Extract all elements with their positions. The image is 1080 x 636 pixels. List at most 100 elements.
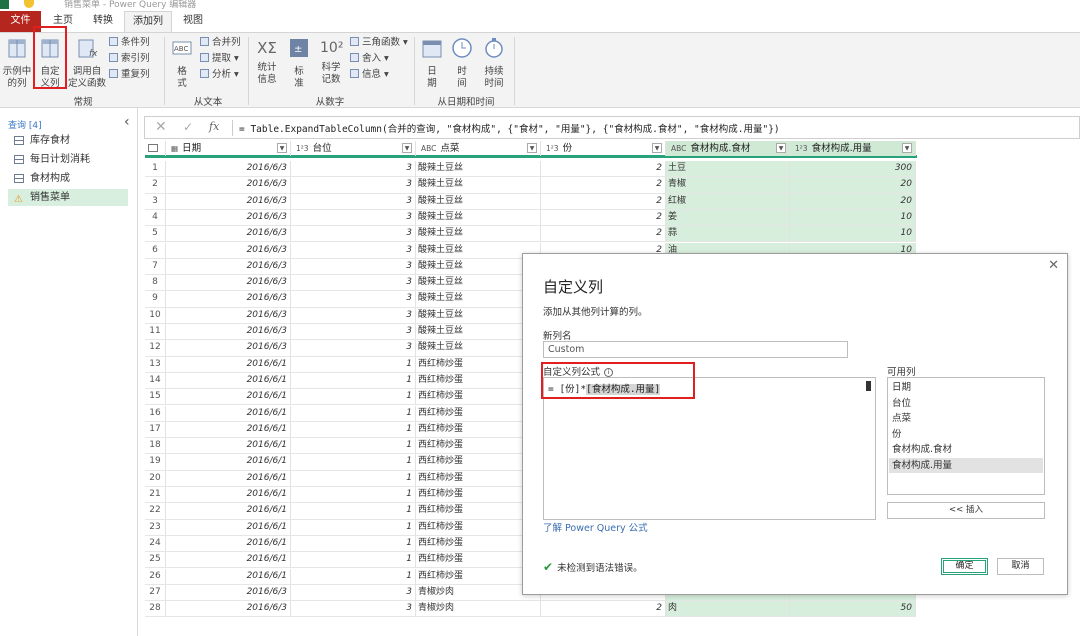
cell-table[interactable]: 3: [291, 307, 416, 324]
duration-button[interactable]: 持续 时间: [480, 37, 508, 90]
scientific-button[interactable]: 10² 科学 记数: [316, 37, 346, 86]
cell-portions[interactable]: 2: [541, 601, 666, 618]
query-item[interactable]: 每日计划消耗: [8, 151, 128, 168]
cell-ingredient[interactable]: 青椒: [666, 177, 790, 194]
duplicate-column-button[interactable]: 重复列: [109, 68, 150, 82]
format-button[interactable]: ABC 格 式: [170, 37, 194, 90]
cell-date[interactable]: 2016/6/3: [166, 209, 291, 227]
cell-table[interactable]: 1: [291, 421, 416, 439]
row-number[interactable]: 27: [145, 584, 166, 602]
cell-table[interactable]: 1: [291, 568, 416, 585]
cell-date[interactable]: 2016/6/1: [166, 438, 291, 455]
cell-table[interactable]: 3: [291, 324, 416, 341]
cell-table[interactable]: 3: [291, 242, 416, 259]
cell-table[interactable]: 1: [291, 552, 416, 569]
tab-add-column[interactable]: 添加列: [124, 11, 172, 33]
cell-amount[interactable]: 300: [790, 161, 916, 178]
row-number[interactable]: 4: [145, 209, 166, 227]
row-number[interactable]: 17: [145, 421, 166, 439]
cell-table[interactable]: 3: [291, 340, 416, 357]
row-number[interactable]: 22: [145, 503, 166, 520]
cell-date[interactable]: 2016/6/1: [166, 421, 291, 439]
cell-table[interactable]: 3: [291, 584, 416, 602]
cell-table[interactable]: 3: [291, 275, 416, 292]
merge-columns-button[interactable]: 合并列: [200, 36, 241, 50]
standard-button[interactable]: ± 标 准: [286, 37, 312, 90]
row-number[interactable]: 8: [145, 275, 166, 292]
cell-portions[interactable]: 2: [541, 193, 666, 210]
cell-table[interactable]: 1: [291, 454, 416, 471]
row-number[interactable]: 19: [145, 454, 166, 471]
cell-dish[interactable]: 酸辣土豆丝: [416, 177, 541, 194]
cell-date[interactable]: 2016/6/3: [166, 226, 291, 243]
cell-portions[interactable]: 2: [541, 161, 666, 178]
row-number[interactable]: 25: [145, 552, 166, 569]
rounding-button[interactable]: 舍入 ▾: [350, 52, 389, 66]
available-column-item[interactable]: 日期: [889, 380, 1043, 396]
cell-table[interactable]: 1: [291, 519, 416, 536]
cell-date[interactable]: 2016/6/1: [166, 389, 291, 406]
cell-date[interactable]: 2016/6/1: [166, 470, 291, 487]
cell-table[interactable]: 3: [291, 226, 416, 243]
confirm-formula-icon[interactable]: ✓: [183, 120, 193, 134]
cell-date[interactable]: 2016/6/1: [166, 487, 291, 504]
statistics-button[interactable]: XΣ 统计 信息: [252, 37, 282, 86]
row-number[interactable]: 18: [145, 438, 166, 455]
row-number[interactable]: 13: [145, 356, 166, 373]
cell-date[interactable]: 2016/6/1: [166, 568, 291, 585]
cell-date[interactable]: 2016/6/1: [166, 454, 291, 471]
filter-dropdown-icon[interactable]: ▼: [527, 143, 537, 153]
row-number[interactable]: 9: [145, 291, 166, 308]
cell-date[interactable]: 2016/6/3: [166, 193, 291, 210]
column-header[interactable]: ABC 点菜 ▼: [416, 141, 541, 156]
ok-button[interactable]: 确定: [941, 558, 988, 575]
tab-view[interactable]: 视图: [174, 11, 212, 32]
available-column-item[interactable]: 台位: [889, 396, 1043, 412]
available-column-item[interactable]: 份: [889, 427, 1043, 443]
cell-date[interactable]: 2016/6/1: [166, 356, 291, 373]
cell-table[interactable]: 1: [291, 438, 416, 455]
available-column-item[interactable]: 点菜: [889, 411, 1043, 427]
table-row[interactable]: 2 2016/6/3 3 酸辣土豆丝 2 青椒 20: [145, 177, 917, 194]
cell-dish[interactable]: 酸辣土豆丝: [416, 226, 541, 243]
cell-date[interactable]: 2016/6/3: [166, 601, 291, 618]
date-button[interactable]: 日 期: [420, 37, 444, 90]
row-number[interactable]: 10: [145, 307, 166, 324]
extract-button[interactable]: 提取 ▾: [200, 52, 239, 66]
cell-date[interactable]: 2016/6/1: [166, 535, 291, 553]
cell-amount[interactable]: 10: [790, 226, 916, 243]
cell-ingredient[interactable]: 红椒: [666, 193, 790, 210]
cell-date[interactable]: 2016/6/3: [166, 307, 291, 324]
index-column-button[interactable]: 索引列: [109, 52, 150, 66]
cell-table[interactable]: 3: [291, 258, 416, 276]
cell-table[interactable]: 3: [291, 161, 416, 178]
cell-amount[interactable]: 50: [790, 601, 916, 618]
query-item[interactable]: 食材构成: [8, 170, 128, 187]
cell-portions[interactable]: 2: [541, 177, 666, 194]
cell-date[interactable]: 2016/6/3: [166, 275, 291, 292]
table-menu-icon[interactable]: [145, 141, 166, 156]
cell-ingredient[interactable]: 肉: [666, 601, 790, 618]
cell-date[interactable]: 2016/6/3: [166, 177, 291, 194]
row-number[interactable]: 14: [145, 372, 166, 390]
cell-amount[interactable]: 10: [790, 209, 916, 227]
cancel-button[interactable]: 取消: [997, 558, 1044, 575]
fx-icon[interactable]: fx: [209, 120, 219, 133]
row-number[interactable]: 16: [145, 405, 166, 422]
row-number[interactable]: 23: [145, 519, 166, 536]
parse-button[interactable]: 分析 ▾: [200, 68, 239, 82]
column-header[interactable]: 1²3 食材构成.用量 ▼: [790, 141, 916, 156]
available-column-item-selected[interactable]: 食材构成.用量: [889, 457, 1043, 473]
cell-table[interactable]: 3: [291, 193, 416, 210]
row-number[interactable]: 21: [145, 487, 166, 504]
information-button[interactable]: 信息 ▾: [350, 68, 389, 82]
column-header[interactable]: 1²3 台位 ▼: [291, 141, 416, 156]
formula-input[interactable]: = Table.ExpandTableColumn(合并的查询, "食材构成",…: [239, 121, 780, 135]
row-number[interactable]: 7: [145, 258, 166, 276]
available-column-item[interactable]: 食材构成.食材: [889, 442, 1043, 458]
cell-table[interactable]: 1: [291, 487, 416, 504]
collapse-pane-icon[interactable]: ‹: [124, 114, 130, 130]
cell-table[interactable]: 3: [291, 601, 416, 618]
new-column-name-input[interactable]: Custom: [543, 341, 848, 358]
cancel-formula-icon[interactable]: ✕: [155, 119, 167, 135]
